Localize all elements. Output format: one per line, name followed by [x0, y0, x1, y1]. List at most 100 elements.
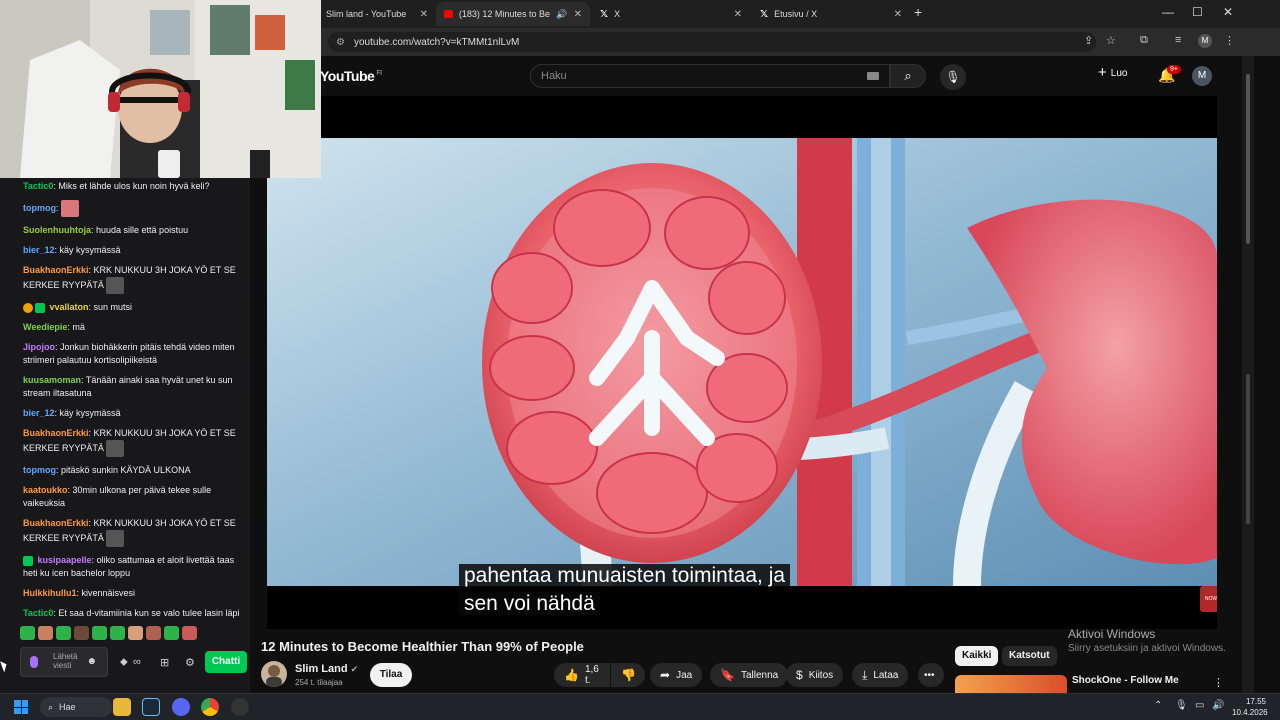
site-info-icon[interactable]: ⚙ — [336, 37, 345, 48]
chrome-icon[interactable] — [201, 698, 219, 716]
search-button[interactable]: ⌕ — [890, 64, 926, 88]
chat-username[interactable]: kuusamoman — [23, 375, 81, 385]
chat-username[interactable]: vvallaton — [50, 302, 89, 312]
chat-send-button[interactable]: Chatti — [205, 651, 247, 673]
close-icon[interactable]: ✕ — [734, 9, 742, 20]
channel-watermark-logo[interactable]: NOW — [1200, 586, 1217, 612]
chat-username[interactable]: topmog — [23, 465, 56, 475]
maximize-button[interactable]: ☐ — [1192, 5, 1203, 19]
browser-menu-icon[interactable]: ⋮ — [1224, 34, 1235, 47]
gift-icon[interactable]: ⊞ — [160, 656, 169, 669]
chat-settings-gear-icon[interactable]: ⚙ — [185, 656, 195, 669]
channel-avatar[interactable] — [261, 661, 287, 687]
emote-icon[interactable] — [110, 626, 125, 640]
windows-start-icon[interactable] — [14, 700, 28, 714]
badge-icon — [23, 302, 33, 313]
chat-username[interactable]: BuakhaonErkki — [23, 265, 89, 275]
chat-username[interactable]: topmog — [23, 203, 56, 213]
emote-icon[interactable] — [146, 626, 161, 640]
chat-username[interactable]: Jipojoo — [23, 342, 55, 352]
url-bar[interactable]: ⚙ youtube.com/watch?v=kTMMt1nlLvM — [328, 32, 1096, 52]
media-control-icon[interactable]: ≡ — [1175, 34, 1181, 46]
more-actions-button[interactable]: ••• — [918, 663, 944, 687]
close-icon[interactable]: ✕ — [420, 9, 428, 20]
dislike-button[interactable]: 👎 — [611, 663, 645, 687]
create-button[interactable]: + Luo — [1098, 65, 1127, 80]
emote-icon[interactable] — [128, 626, 143, 640]
emoji-icon[interactable]: ☻ — [86, 657, 97, 667]
chat-username[interactable]: Tactic0 — [23, 608, 53, 618]
emote-icon[interactable] — [56, 626, 71, 640]
close-icon[interactable]: ✕ — [894, 9, 902, 20]
chip-watched[interactable]: Katsotut — [1002, 646, 1057, 666]
emote-icon[interactable] — [38, 626, 53, 640]
chat-username[interactable]: kaatoukko — [23, 485, 68, 495]
bookmark-star-icon[interactable]: ☆ — [1106, 34, 1116, 47]
youtube-logo[interactable]: YouTube FI — [320, 68, 382, 84]
speaker-icon[interactable]: 🔊 — [556, 9, 567, 20]
chat-username[interactable]: BuakhaonErkki — [23, 518, 89, 528]
chat-username[interactable]: Hulkkihullu1 — [23, 588, 77, 598]
recommended-video-title[interactable]: ShockOne - Follow Me — [1072, 675, 1179, 686]
scrollbar-thumb-secondary[interactable] — [1246, 374, 1250, 524]
microphone-icon[interactable] — [30, 656, 38, 668]
recommended-video-thumbnail[interactable] — [955, 675, 1067, 693]
tray-overflow-chevron-icon[interactable]: ⌃ — [1154, 700, 1162, 711]
download-button[interactable]: ⤓ Lataa — [852, 663, 909, 687]
keyboard-icon[interactable] — [867, 72, 879, 80]
infinity-icon[interactable]: ∞ — [133, 656, 141, 668]
scrollbar-thumb[interactable] — [1246, 74, 1250, 244]
save-button[interactable]: 🔖 Tallenna — [710, 663, 789, 687]
file-explorer-icon[interactable] — [113, 698, 131, 716]
channel-name[interactable]: Slim Land ✔ — [295, 663, 358, 675]
network-icon[interactable]: ▭ — [1195, 700, 1204, 711]
account-avatar[interactable]: M — [1192, 66, 1212, 86]
obs-icon[interactable] — [231, 698, 249, 716]
search-input[interactable]: Haku — [530, 64, 890, 88]
page-scrollbar[interactable] — [1242, 56, 1254, 696]
chat-text: käy kysymässä — [59, 408, 121, 418]
emote-icon[interactable] — [182, 626, 197, 640]
emote-icon[interactable] — [164, 626, 179, 640]
volume-icon[interactable]: 🔊 — [1212, 700, 1224, 711]
discord-icon[interactable] — [172, 698, 190, 716]
share-arrow-icon: ➦ — [660, 668, 671, 682]
window-close-button[interactable]: ✕ — [1223, 5, 1233, 19]
browser-profile-avatar[interactable]: M — [1198, 34, 1212, 48]
subscribe-button[interactable]: Tilaa — [370, 663, 412, 687]
minimize-button[interactable]: — — [1162, 5, 1174, 19]
chip-all[interactable]: Kaikki — [955, 646, 999, 666]
chat-username[interactable]: kusipaapelle — [38, 555, 92, 565]
chat-username[interactable]: Suolenhuuhtoja — [23, 225, 91, 235]
tab-current-video[interactable]: (183) 12 Minutes to Become 🔊 ✕ — [436, 2, 590, 26]
install-app-icon[interactable]: ⇪ — [1084, 34, 1093, 47]
taskbar-search[interactable]: ⌕ Hae — [40, 697, 112, 717]
tab-etusivu-x[interactable]: 𝕏 Etusivu / X ✕ — [752, 2, 910, 26]
like-button[interactable]: 👍 1,6 t. — [554, 663, 610, 687]
video-player[interactable]: pahentaa munuaisten toimintaa, ja sen vo… — [267, 96, 1217, 629]
chat-username[interactable]: Tactic0 — [23, 181, 53, 191]
emote-icon[interactable] — [74, 626, 89, 640]
tab-x[interactable]: 𝕏 X ✕ — [592, 2, 750, 26]
chat-username[interactable]: BuakhaonErkki — [23, 428, 89, 438]
emote-icon — [106, 277, 125, 294]
bits-icon[interactable]: ⬥ — [120, 656, 128, 669]
taskbar-clock[interactable]: 17.55 10.4.2026 — [1232, 696, 1268, 718]
new-tab-button[interactable]: + — [914, 4, 922, 20]
emote-icon[interactable] — [92, 626, 107, 640]
close-icon[interactable]: ✕ — [574, 9, 582, 20]
steam-icon[interactable] — [142, 698, 160, 716]
emote-icon[interactable] — [20, 626, 35, 640]
share-button[interactable]: ➦ Jaa — [650, 663, 703, 687]
chat-username[interactable]: bier_12 — [23, 408, 55, 418]
more-vertical-icon[interactable]: ⋮ — [1213, 676, 1224, 689]
like-count: 1,6 t. — [584, 664, 599, 686]
extensions-icon[interactable]: ⧉ — [1140, 34, 1148, 47]
chat-username[interactable]: Weediepie — [23, 322, 67, 332]
thanks-button[interactable]: $ Kiitos — [786, 663, 844, 687]
voice-search-button[interactable]: 🎙 — [940, 64, 966, 90]
tab-slim-land[interactable]: Slim land - YouTube ✕ — [318, 2, 436, 26]
chat-message-input[interactable]: Lähetä viesti ☻ — [20, 647, 108, 677]
tray-mic-icon[interactable]: 🎙 — [1175, 700, 1188, 711]
chat-username[interactable]: bier_12 — [23, 245, 55, 255]
